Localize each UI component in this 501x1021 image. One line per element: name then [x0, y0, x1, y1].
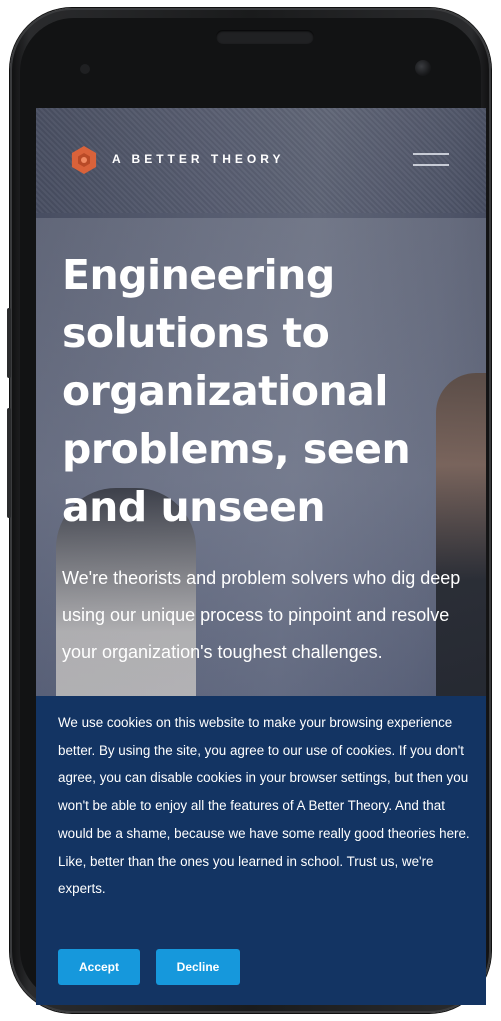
- hexagon-logo-icon[interactable]: [69, 145, 99, 175]
- accept-cookies-button[interactable]: Accept: [58, 949, 140, 985]
- power-button: [7, 408, 11, 518]
- speaker-grille: [216, 30, 314, 44]
- decline-cookies-button[interactable]: Decline: [156, 949, 240, 985]
- menu-line-top: [413, 153, 449, 155]
- menu-line-bottom: [413, 164, 449, 166]
- hero-headline: Engineering solutions to organizational …: [62, 251, 411, 531]
- hero-subtext: We're theorists and problem solvers who …: [62, 568, 461, 662]
- cookie-consent-banner: We use cookies on this website to make y…: [36, 696, 486, 1005]
- cookie-message: We use cookies on this website to make y…: [58, 715, 470, 897]
- hamburger-menu-icon[interactable]: [408, 148, 452, 172]
- proximity-sensor: [80, 64, 90, 74]
- site-header: A BETTER THEORY: [36, 108, 486, 213]
- brand-name[interactable]: A BETTER THEORY: [112, 152, 284, 166]
- web-page-viewport[interactable]: A BETTER THEORY Engineering solutions to…: [36, 108, 486, 1005]
- front-camera-icon: [415, 60, 431, 76]
- volume-button: [7, 308, 11, 378]
